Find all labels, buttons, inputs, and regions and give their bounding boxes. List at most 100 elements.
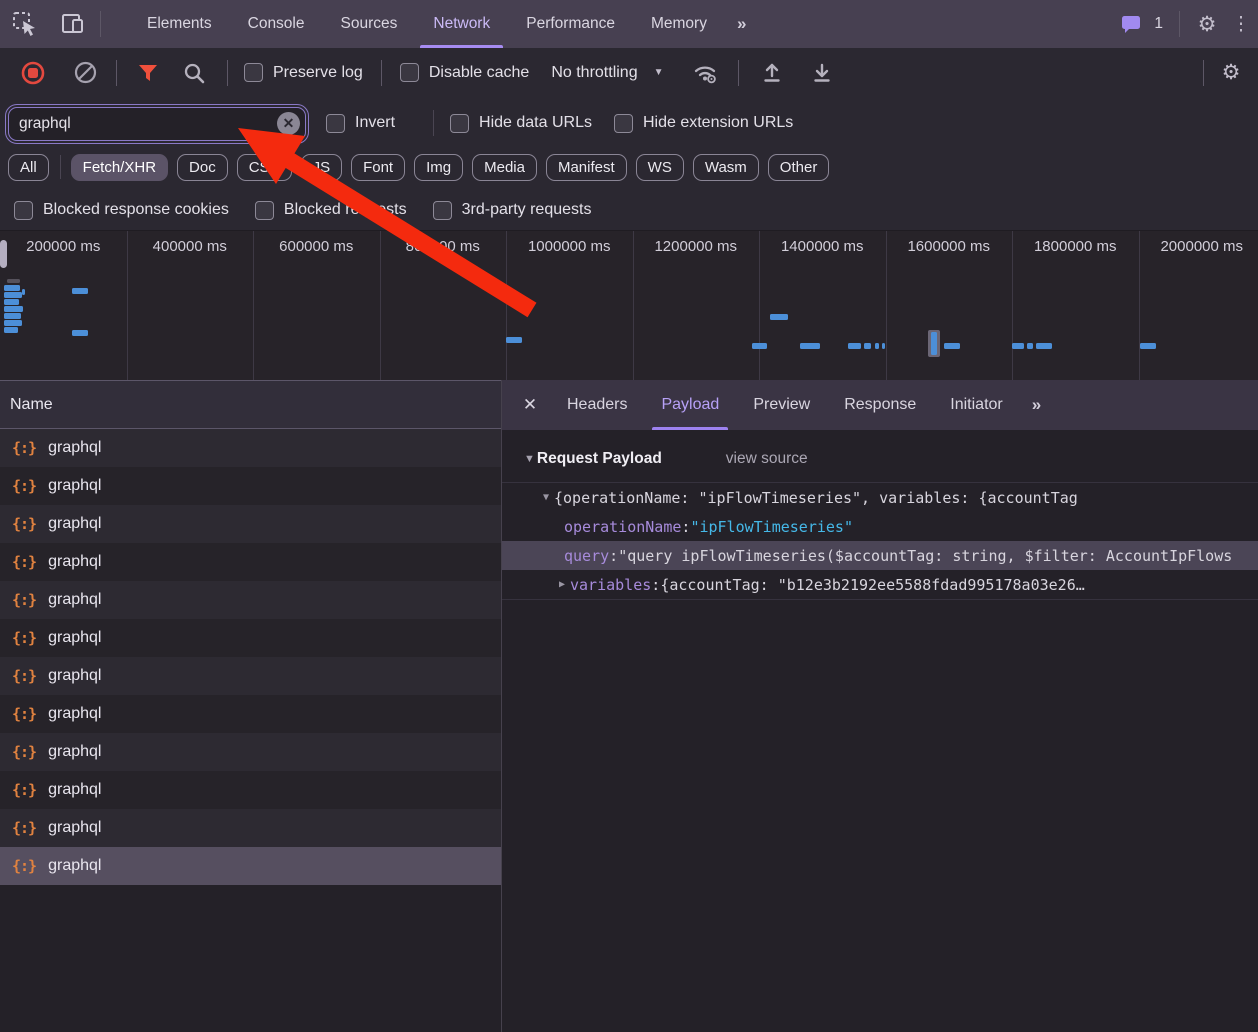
request-name: graphql	[48, 629, 101, 647]
table-row[interactable]: {:}graphql	[0, 657, 501, 695]
settings-gear-icon[interactable]: ⚙	[1190, 7, 1224, 41]
device-toolbar-icon[interactable]	[56, 7, 90, 41]
timeline-request-bar	[864, 343, 871, 349]
table-row[interactable]: {:}graphql	[0, 809, 501, 847]
chip-ws[interactable]: WS	[636, 154, 684, 181]
table-row[interactable]: {:}graphql	[0, 847, 501, 885]
network-overview-timeline[interactable]: 200000 ms400000 ms600000 ms800000 ms1000…	[0, 230, 1258, 381]
chip-all[interactable]: All	[8, 154, 49, 181]
network-toolbar: Preserve log Disable cache No throttling…	[0, 48, 1258, 98]
chip-img[interactable]: Img	[414, 154, 463, 181]
payload-row-operationname[interactable]: operationName: "ipFlowTimeseries"	[502, 512, 1258, 541]
checkbox[interactable]	[255, 201, 274, 220]
filter-input[interactable]	[9, 115, 305, 133]
checkbox-label: 3rd-party requests	[462, 201, 592, 219]
detail-tab-payload[interactable]: Payload	[644, 380, 736, 430]
kebab-menu-icon[interactable]: ⋮	[1224, 7, 1258, 41]
tab-memory[interactable]: Memory	[633, 0, 725, 48]
timeline-request-bar	[506, 337, 522, 343]
filter-checkbox-blocked-response-cookies[interactable]: Blocked response cookies	[14, 201, 229, 220]
view-source-link[interactable]: view source	[726, 450, 808, 468]
detail-tab-headers[interactable]: Headers	[550, 380, 644, 430]
invert-checkbox[interactable]: Invert	[326, 114, 395, 133]
timeline-tick-label: 1000000 ms	[506, 238, 633, 255]
table-row[interactable]: {:} graphql	[0, 695, 501, 733]
payload-value: {accountTag: "b12e3b2192ee5588fdad995178…	[660, 576, 1084, 594]
hide-extension-urls-checkbox[interactable]: Hide extension URLs	[614, 114, 793, 133]
timeline-tick-label: 1400000 ms	[759, 238, 886, 255]
clear-filter-icon[interactable]: ✕	[277, 112, 300, 135]
checkbox[interactable]	[433, 201, 452, 220]
payload-preview-row[interactable]: ▼{operationName: "ipFlowTimeseries", var…	[502, 483, 1258, 512]
table-row[interactable]: {:}graphql	[0, 581, 501, 619]
request-type-chips: All Fetch/XHR Doc CSS JS Font Img Media Manifest…	[8, 150, 838, 184]
payload-row-query[interactable]: query: "query ipFlowTimeseries($accountT…	[502, 541, 1258, 570]
name-column-header[interactable]: Name	[0, 380, 501, 429]
json-braces-icon: {:}	[12, 705, 36, 723]
hide-data-urls-checkbox[interactable]: Hide data URLs	[450, 114, 592, 133]
payload-value: "query ipFlowTimeseries($accountTag: str…	[618, 547, 1232, 565]
request-name: graphql	[48, 819, 101, 837]
tab-console[interactable]: Console	[230, 0, 323, 48]
export-har-icon[interactable]	[805, 56, 839, 90]
detail-tab-preview[interactable]: Preview	[736, 380, 827, 430]
table-row[interactable]: {:}graphql	[0, 733, 501, 771]
collapsed-triangle-icon[interactable]: ▶	[554, 579, 570, 590]
import-har-icon[interactable]	[755, 56, 789, 90]
disable-cache-checkbox[interactable]: Disable cache	[400, 63, 530, 82]
timeline-request-bar	[4, 313, 21, 319]
request-name: graphql	[48, 705, 101, 723]
chip-js[interactable]: JS	[301, 154, 343, 181]
expanded-triangle-icon[interactable]: ▼	[538, 492, 554, 503]
checkbox[interactable]	[614, 114, 633, 133]
checkbox[interactable]	[244, 63, 263, 82]
json-braces-icon: {:}	[12, 553, 36, 571]
checkbox[interactable]	[400, 63, 419, 82]
timeline-request-bar	[1027, 343, 1033, 349]
detail-tab-initiator[interactable]: Initiator	[933, 380, 1019, 430]
chip-fetch-xhr[interactable]: Fetch/XHR	[71, 154, 168, 181]
filter-checkbox-3rd-party-requests[interactable]: 3rd-party requests	[433, 201, 592, 220]
more-tabs-button[interactable]: »	[725, 14, 760, 34]
network-conditions-icon[interactable]	[688, 56, 722, 90]
table-row[interactable]: {:}graphql	[0, 429, 501, 467]
toolbar-separator	[433, 110, 434, 136]
throttling-dropdown[interactable]: No throttling ▼	[551, 64, 663, 82]
clear-network-log-icon[interactable]	[68, 56, 102, 90]
table-row[interactable]: {:}graphql	[0, 543, 501, 581]
tab-performance[interactable]: Performance	[508, 0, 633, 48]
checkbox[interactable]	[326, 114, 345, 133]
payload-row-variables[interactable]: ▶variables: {accountTag: "b12e3b2192ee55…	[502, 570, 1258, 599]
chip-wasm[interactable]: Wasm	[693, 154, 759, 181]
filter-funnel-icon[interactable]	[131, 56, 165, 90]
tab-sources[interactable]: Sources	[323, 0, 416, 48]
table-row[interactable]: {:}graphql	[0, 505, 501, 543]
close-icon[interactable]: ✕	[510, 380, 550, 430]
chip-other[interactable]: Other	[768, 154, 830, 181]
table-row[interactable]: {:}graphql	[0, 467, 501, 505]
tab-network[interactable]: Network	[415, 0, 508, 48]
chip-media[interactable]: Media	[472, 154, 537, 181]
table-row[interactable]: {:}graphql	[0, 771, 501, 809]
search-icon[interactable]	[177, 56, 211, 90]
timeline-resize-handle[interactable]	[0, 240, 7, 268]
inspect-element-icon[interactable]	[8, 7, 42, 41]
chip-css[interactable]: CSS	[237, 154, 292, 181]
network-settings-gear-icon[interactable]: ⚙	[1214, 56, 1248, 90]
detail-tab-response[interactable]: Response	[827, 380, 933, 430]
chip-doc[interactable]: Doc	[177, 154, 228, 181]
checkbox[interactable]	[450, 114, 469, 133]
checkbox[interactable]	[14, 201, 33, 220]
devtools-tab-bar: ElementsConsoleSourcesNetworkPerformance…	[0, 0, 1258, 48]
filter-checkbox-blocked-requests[interactable]: Blocked requests	[255, 201, 407, 220]
issues-icon[interactable]	[1114, 7, 1148, 41]
table-row[interactable]: {:}graphql	[0, 619, 501, 657]
detail-more-tabs-button[interactable]: »	[1020, 395, 1055, 415]
record-network-log-icon[interactable]	[16, 56, 50, 90]
chip-font[interactable]: Font	[351, 154, 405, 181]
preserve-log-checkbox[interactable]: Preserve log	[244, 63, 363, 82]
section-expand-icon[interactable]: ▼	[524, 453, 535, 465]
tab-elements[interactable]: Elements	[129, 0, 230, 48]
issues-count[interactable]: 1	[1154, 15, 1163, 33]
chip-manifest[interactable]: Manifest	[546, 154, 627, 181]
